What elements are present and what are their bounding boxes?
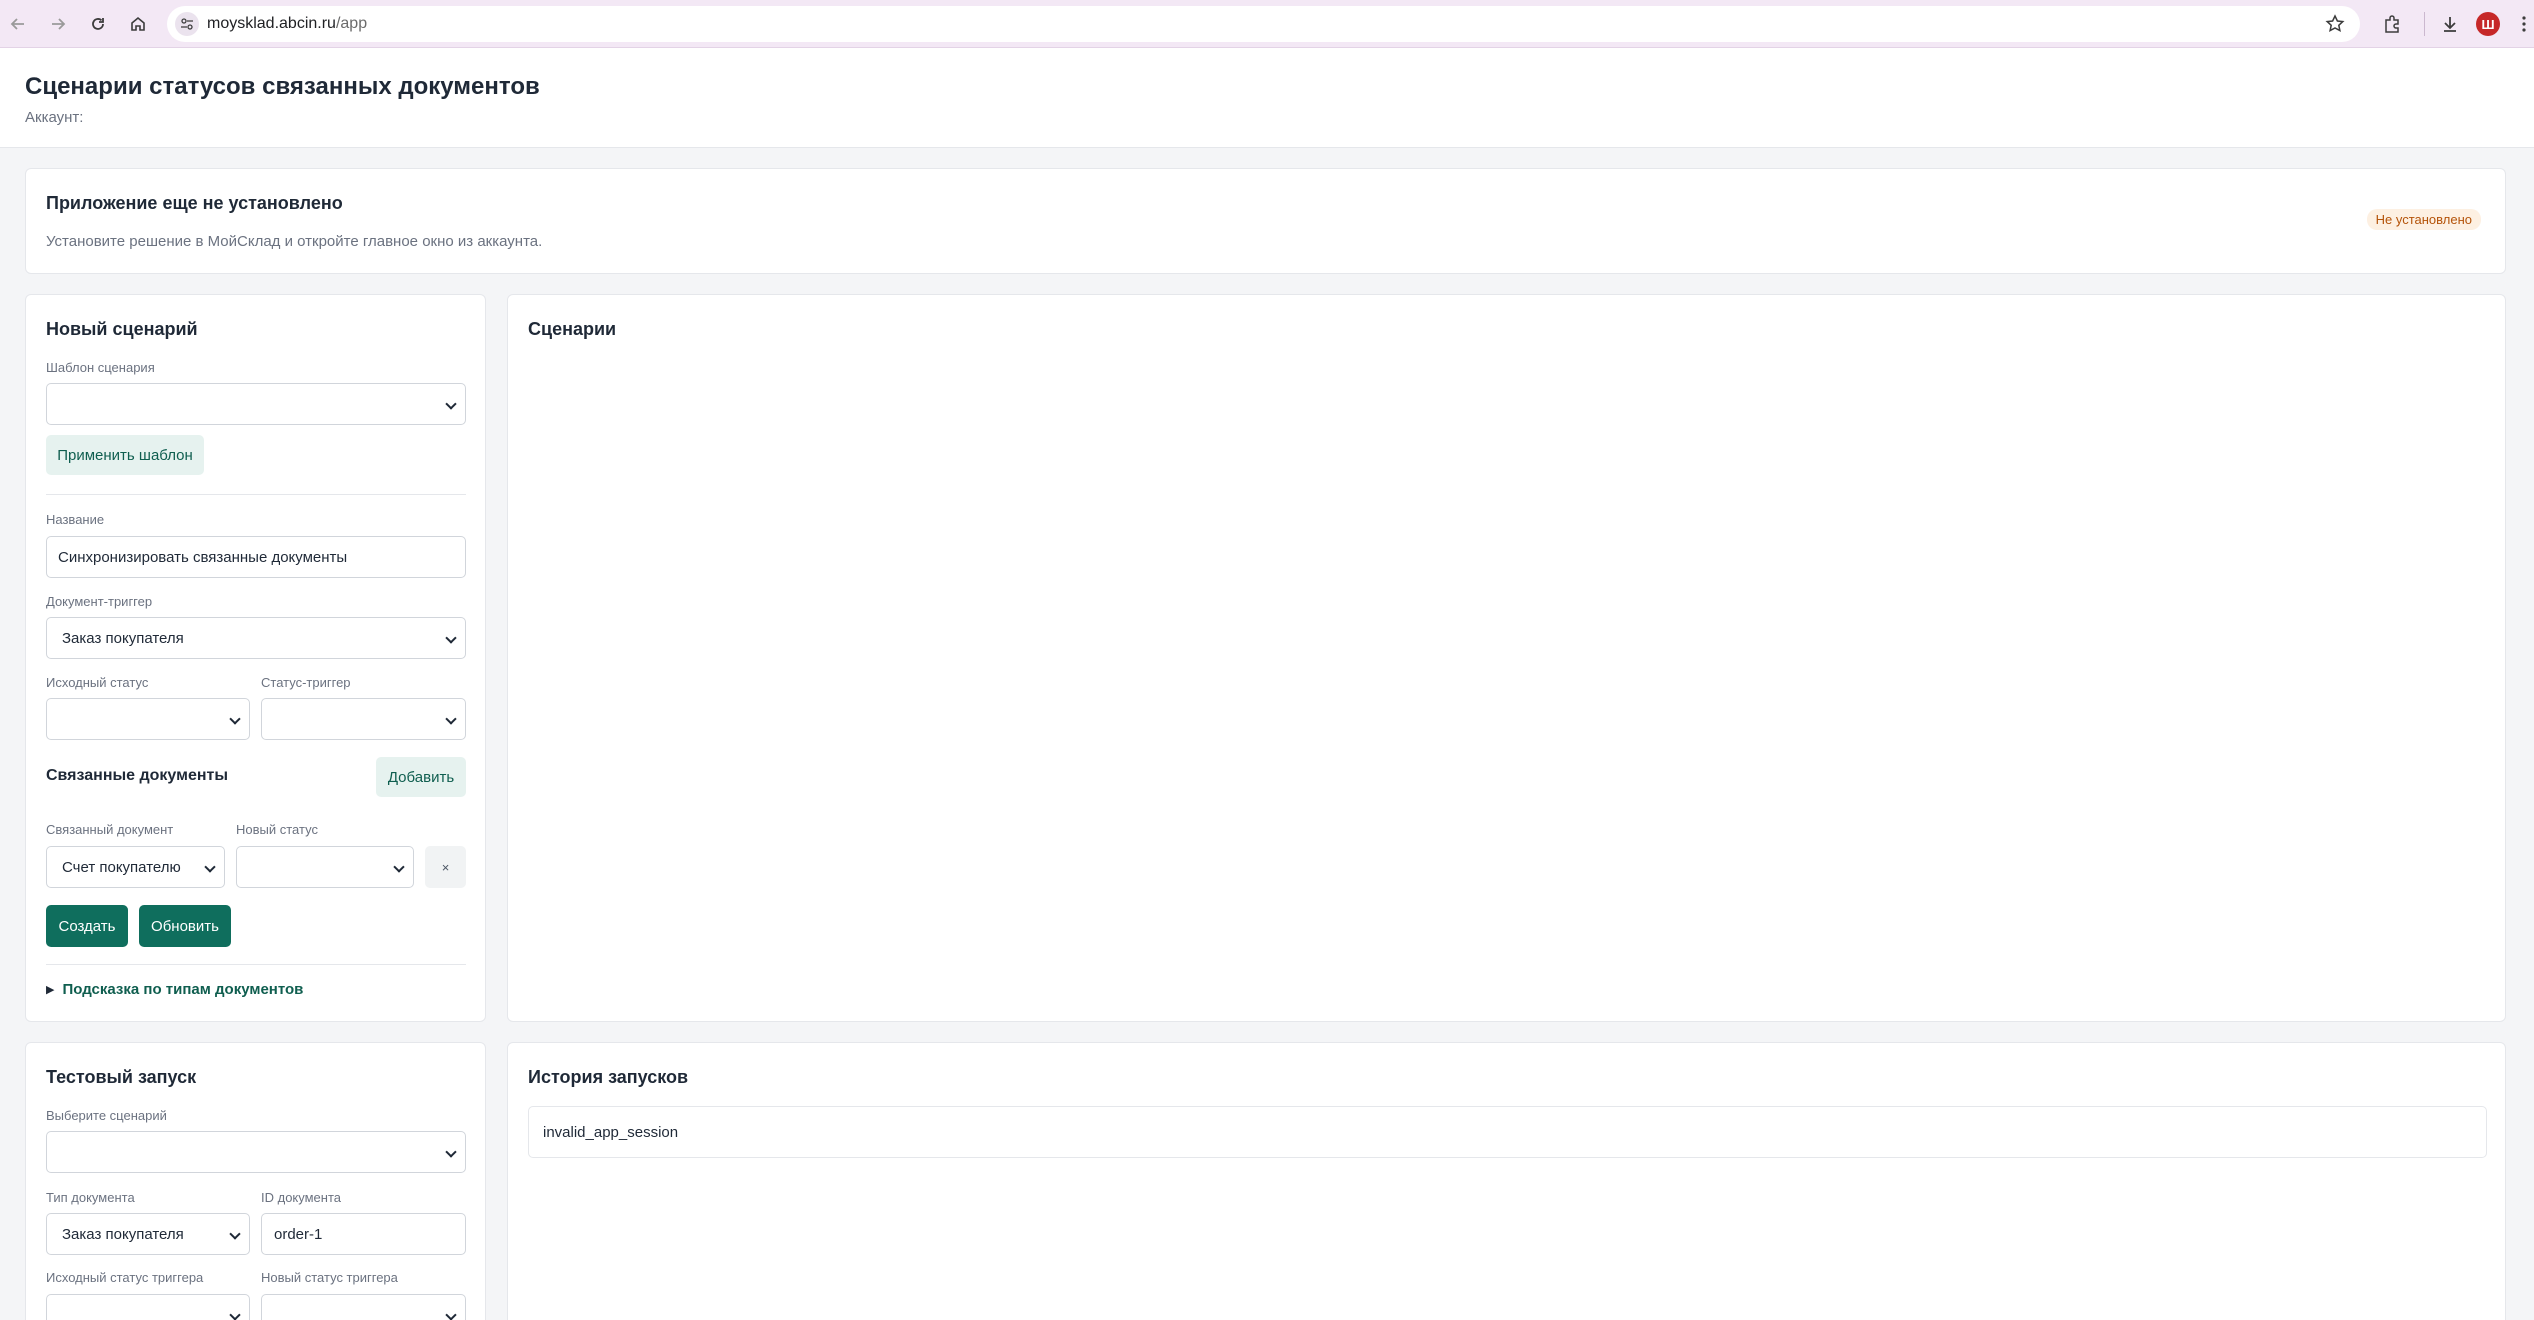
- source-status-label: Исходный статус: [46, 675, 149, 690]
- doc-type-label: Тип документа: [46, 1190, 135, 1205]
- expand-triangle-icon: ▶: [46, 984, 55, 996]
- trigger-status-select[interactable]: [261, 698, 466, 740]
- doc-type-select[interactable]: Заказ покупателя: [46, 1213, 250, 1255]
- page-header: Сценарии статусов связанных документов А…: [0, 48, 2534, 148]
- doc-types-hint-toggle[interactable]: ▶ Подсказка по типам документов: [46, 981, 303, 998]
- new-trigger-status-select[interactable]: [261, 1294, 466, 1320]
- trigger-status-label: Статус-триггер: [261, 675, 351, 690]
- install-notice-card: Приложение еще не установлено Установите…: [25, 168, 2506, 274]
- linked-doc-label: Связанный документ: [46, 822, 174, 837]
- toolbar-divider: [2424, 12, 2425, 36]
- trigger-doc-select[interactable]: Заказ покупателя: [46, 617, 466, 659]
- new-status-label: Новый статус: [236, 822, 318, 837]
- new-scenario-card: Новый сценарий Шаблон сценария Применить…: [25, 294, 486, 1022]
- doc-id-input[interactable]: order-1: [261, 1213, 466, 1255]
- src-trigger-status-select[interactable]: [46, 1294, 250, 1320]
- src-trigger-status-label: Исходный статус триггера: [46, 1270, 204, 1285]
- scenarios-card: Сценарии: [507, 294, 2506, 1022]
- apply-template-button[interactable]: Применить шаблон: [46, 435, 204, 475]
- download-icon[interactable]: [2434, 8, 2466, 40]
- forward-arrow-icon[interactable]: [42, 8, 74, 40]
- new-trigger-status-label: Новый статус триггера: [261, 1270, 398, 1285]
- page-title: Сценарии статусов связанных документов: [25, 73, 540, 100]
- doc-id-label: ID документа: [261, 1190, 341, 1205]
- new-scenario-title: Новый сценарий: [46, 319, 198, 339]
- url-path: /app: [335, 15, 368, 32]
- back-arrow-icon[interactable]: [2, 8, 34, 40]
- bookmark-star-icon[interactable]: [2324, 13, 2346, 35]
- home-icon[interactable]: [122, 8, 154, 40]
- hint-toggle-label: Подсказка по типам документов: [62, 981, 304, 998]
- reload-icon[interactable]: [82, 8, 114, 40]
- browser-toolbar: moysklad.abcin.ru/app Ш: [0, 0, 2534, 48]
- divider: [46, 964, 466, 965]
- extensions-icon[interactable]: [2376, 8, 2408, 40]
- address-bar[interactable]: moysklad.abcin.ru/app: [167, 6, 2360, 42]
- site-settings-icon[interactable]: [175, 12, 199, 36]
- install-notice-text: Установите решение в МойСклад и откройте…: [46, 233, 543, 250]
- name-input[interactable]: Синхронизировать связанные документы: [46, 536, 466, 578]
- more-menu-icon[interactable]: [2514, 8, 2534, 40]
- test-scenario-select[interactable]: [46, 1131, 466, 1173]
- install-notice-title: Приложение еще не установлено: [46, 193, 343, 213]
- template-label: Шаблон сценария: [46, 360, 155, 375]
- create-button[interactable]: Создать: [46, 905, 128, 947]
- update-button[interactable]: Обновить: [139, 905, 231, 947]
- history-card: История запусков invalid_app_session: [507, 1042, 2506, 1320]
- history-title: История запусков: [528, 1067, 689, 1087]
- linked-docs-title: Связанные документы: [46, 767, 229, 784]
- url-text: moysklad.abcin.ru/app: [207, 15, 367, 33]
- profile-avatar[interactable]: Ш: [2476, 12, 2500, 36]
- history-entry: invalid_app_session: [528, 1106, 2487, 1158]
- name-label: Название: [46, 512, 105, 527]
- linked-doc-select[interactable]: Счет покупателю: [46, 846, 225, 888]
- trigger-doc-label: Документ-триггер: [46, 594, 153, 609]
- new-status-select[interactable]: [236, 846, 414, 888]
- url-host: moysklad.abcin.ru: [207, 15, 336, 32]
- scenarios-title: Сценарии: [528, 319, 617, 339]
- test-scenario-label: Выберите сценарий: [46, 1108, 167, 1123]
- account-label: Аккаунт:: [25, 109, 84, 126]
- remove-linked-doc-button[interactable]: ×: [425, 846, 466, 888]
- source-status-select[interactable]: [46, 698, 250, 740]
- add-linked-doc-button[interactable]: Добавить: [376, 757, 466, 797]
- test-run-title: Тестовый запуск: [46, 1067, 197, 1087]
- test-run-card: Тестовый запуск Выберите сценарий Тип до…: [25, 1042, 486, 1320]
- divider: [46, 494, 466, 495]
- status-badge: Не установлено: [2366, 209, 2481, 230]
- template-select[interactable]: [46, 383, 466, 425]
